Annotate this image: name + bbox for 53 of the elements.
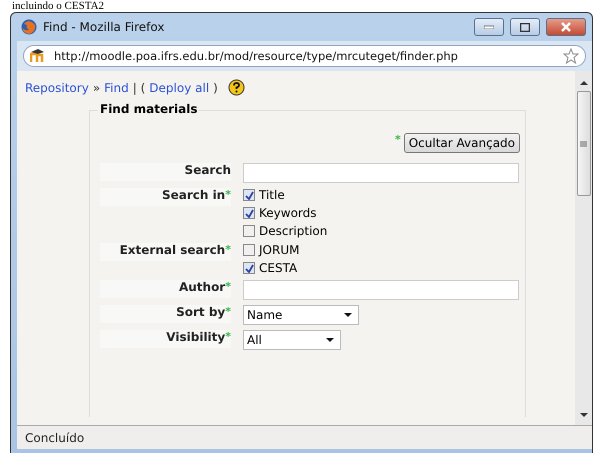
checkbox[interactable] — [243, 225, 255, 237]
close-icon — [560, 22, 572, 32]
panel-legend: Find materials — [98, 102, 200, 116]
close-button[interactable] — [546, 18, 586, 36]
field-label: Search in — [162, 188, 226, 202]
breadcrumb-separator: » — [92, 80, 100, 94]
breadcrumb-link[interactable]: Repository — [25, 80, 89, 94]
address-bar[interactable]: http://moodle.poa.ifrs.edu.br/mod/resource/type/mrcuteget/finder.php — [23, 45, 586, 67]
required-mark: * — [225, 280, 231, 293]
checkbox[interactable] — [243, 189, 255, 201]
field-label: Author — [178, 280, 226, 294]
breadcrumb-link[interactable]: Find — [104, 80, 129, 94]
scroll-thumb[interactable] — [576, 91, 590, 196]
breadcrumb-separator: ) — [213, 80, 218, 94]
caret-icon — [344, 313, 352, 317]
field-label: Sort by — [176, 305, 226, 319]
field-label: Visibility — [166, 330, 226, 344]
checkbox-label: Title — [259, 188, 285, 202]
checkbox-label: CESTA — [259, 261, 298, 275]
text-field[interactable] — [243, 280, 519, 300]
breadcrumb-link[interactable]: Deploy all — [149, 80, 210, 94]
window-title: Find - Mozilla Firefox — [43, 20, 166, 34]
hide-advanced-button[interactable]: Ocultar Avançado — [404, 133, 520, 153]
required-mark: * — [225, 305, 231, 318]
checkbox-label: Description — [259, 224, 328, 238]
minimize-button[interactable] — [474, 18, 504, 36]
maximize-button[interactable] — [510, 18, 540, 36]
required-mark: * — [225, 188, 231, 201]
checkbox[interactable] — [243, 244, 255, 256]
scroll-up-icon[interactable] — [580, 79, 588, 87]
minimize-icon — [484, 25, 494, 29]
scroll-down-icon[interactable] — [580, 411, 588, 419]
required-mark: * — [394, 133, 401, 146]
help-icon[interactable] — [228, 79, 245, 96]
caption-text: incluindo o CESTA2 — [12, 0, 104, 12]
required-mark: * — [225, 243, 231, 256]
url-text: http://moodle.poa.ifrs.edu.br/mod/resource/type/mrcuteget/finder.php — [54, 49, 459, 63]
dropdown[interactable]: Name — [243, 305, 359, 325]
caret-icon — [326, 338, 334, 342]
dropdown[interactable]: All — [243, 330, 341, 350]
checkbox[interactable] — [243, 207, 255, 219]
firefox-logo-icon — [21, 19, 37, 35]
checkbox[interactable] — [243, 262, 255, 274]
checkbox-label: Keywords — [259, 206, 317, 220]
breadcrumb-separator: | ( — [132, 80, 146, 94]
status-text: Concluído — [25, 430, 84, 444]
field-label: External search — [120, 243, 226, 257]
required-mark: * — [225, 330, 231, 343]
maximize-icon — [520, 22, 530, 32]
field-label: Search — [184, 163, 231, 177]
checkbox-label: JORUM — [259, 243, 300, 257]
bookmark-star-icon[interactable] — [563, 48, 579, 64]
text-field[interactable] — [243, 163, 519, 183]
